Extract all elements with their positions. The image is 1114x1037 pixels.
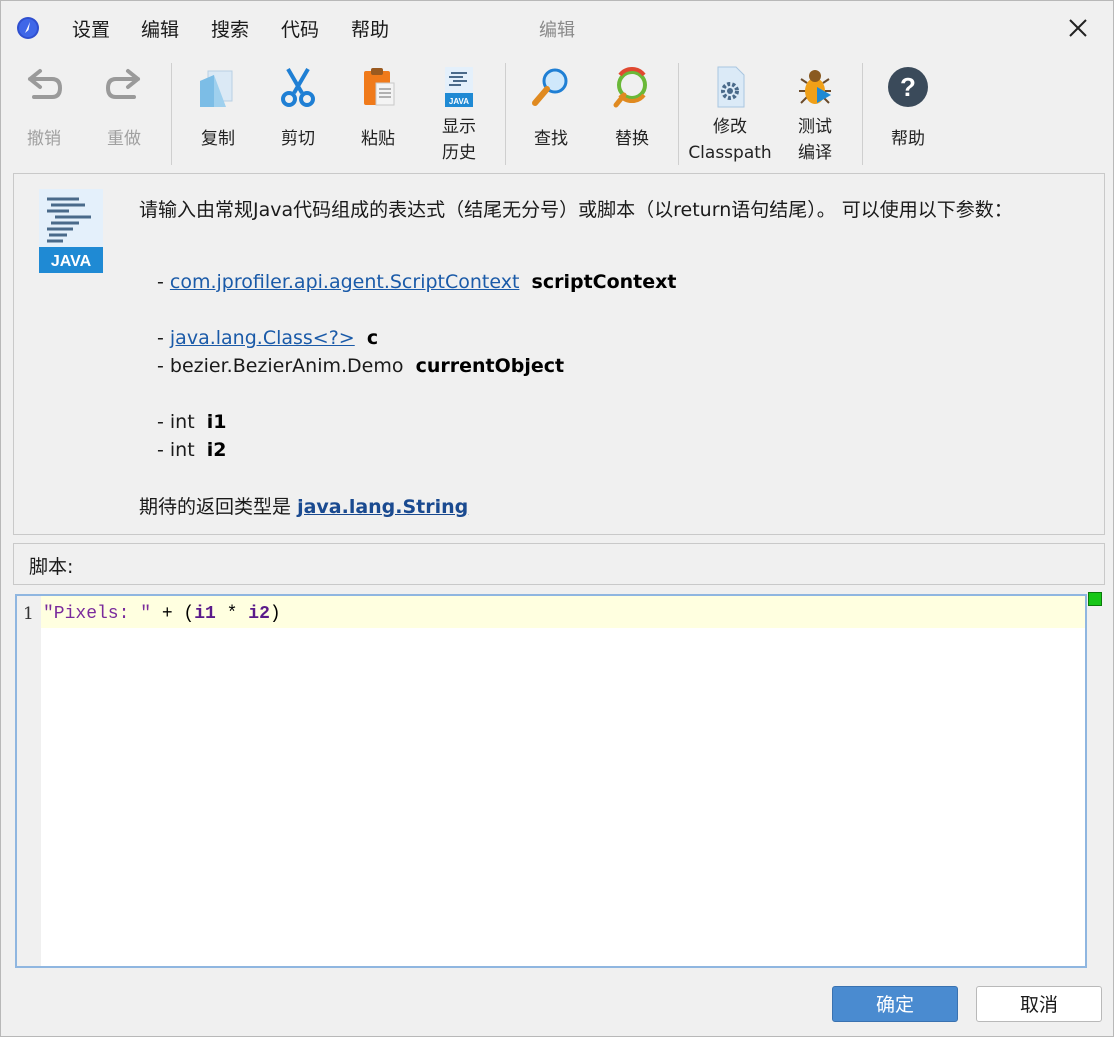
test-compile-button[interactable]: 测试 编译: [790, 61, 840, 165]
param-name: currentObject: [415, 355, 565, 377]
bug-icon: [799, 70, 831, 104]
undo-icon: [28, 69, 63, 99]
line-number: 1: [23, 604, 34, 624]
param-row: - int i2: [157, 439, 227, 461]
paste-label: 粘贴: [361, 129, 395, 149]
code-paren: ): [269, 604, 281, 624]
redo-label: 重做: [107, 129, 141, 149]
paste-button[interactable]: 粘贴: [353, 61, 403, 165]
code-variable: i1: [194, 604, 216, 624]
code-line[interactable]: "Pixels: " + (i1 * i2): [43, 604, 281, 624]
dialog-window: 设置 编辑 搜索 代码 帮助 编辑 撤销 重做 复制 剪切 粘贴 JAVA 显示…: [0, 0, 1114, 1037]
return-type-line: 期待的返回类型是 java.lang.String: [139, 492, 468, 519]
param-type: bezier.BezierAnim.Demo: [169, 355, 404, 377]
param-type-link[interactable]: java.lang.Class<?>: [170, 327, 355, 349]
copy-icon: [200, 70, 233, 107]
param-name: c: [366, 327, 379, 349]
java-history-icon: JAVA: [445, 67, 473, 107]
toolbar-separator: [678, 63, 679, 165]
param-name: i2: [206, 439, 227, 461]
param-name: scriptContext: [531, 271, 677, 293]
java-file-icon: JAVA: [39, 189, 103, 273]
help-label: 帮助: [891, 129, 925, 149]
classpath-label-line1: 修改: [713, 117, 747, 137]
help-question-icon: ?: [888, 67, 928, 107]
param-type-link[interactable]: com.jprofiler.api.agent.ScriptContext: [170, 271, 520, 293]
cut-button[interactable]: 剪切: [273, 61, 323, 165]
classpath-label-line2: Classpath: [688, 143, 772, 163]
history-label-line1: 显示: [442, 117, 476, 137]
code-operator: *: [215, 604, 249, 624]
undo-button[interactable]: 撤销: [19, 61, 69, 165]
script-label-box: 脚本:: [13, 543, 1105, 585]
clipboard-icon: [364, 68, 395, 106]
param-type: int: [169, 439, 195, 461]
menu-edit[interactable]: 编辑: [141, 15, 179, 42]
replace-icon: [613, 67, 647, 108]
replace-button[interactable]: 替换: [607, 61, 657, 165]
replace-label: 替换: [615, 129, 649, 149]
info-description: 请输入由常规Java代码组成的表达式（结尾无分号）或脚本（以return语句结尾…: [139, 199, 1013, 221]
menu-code[interactable]: 代码: [281, 15, 319, 42]
app-logo-icon: [17, 17, 39, 39]
status-indicator: [1088, 592, 1102, 606]
line-gutter: [17, 596, 41, 966]
menu-search[interactable]: 搜索: [211, 15, 249, 42]
scissors-icon: [281, 67, 315, 107]
title-bar: 设置 编辑 搜索 代码 帮助 编辑: [1, 1, 1113, 55]
undo-label: 撤销: [27, 129, 61, 149]
show-history-button[interactable]: JAVA 显示 历史: [434, 61, 484, 165]
cut-label: 剪切: [281, 129, 315, 149]
toolbar-separator: [171, 63, 172, 165]
param-name: i1: [206, 411, 227, 433]
param-type: int: [169, 411, 195, 433]
find-button[interactable]: 查找: [526, 61, 576, 165]
menu-help[interactable]: 帮助: [351, 15, 389, 42]
toolbar: 撤销 重做 复制 剪切 粘贴 JAVA 显示 历史 查找 替换 修改 Class…: [1, 57, 1113, 169]
test-label-line2: 编译: [798, 143, 832, 163]
param-row: - int i1: [157, 411, 227, 433]
cancel-button[interactable]: 取消: [976, 986, 1102, 1022]
return-prefix: 期待的返回类型是: [139, 496, 292, 518]
classpath-gear-icon: [717, 66, 745, 108]
param-row: - bezier.BezierAnim.Demo currentObject: [157, 355, 565, 377]
magnifier-icon: [532, 68, 568, 106]
test-label-line1: 测试: [798, 117, 832, 137]
code-string-literal: "Pixels: ": [43, 604, 152, 624]
history-label-line2: 历史: [442, 143, 476, 163]
return-type-link[interactable]: java.lang.String: [297, 496, 468, 518]
help-button[interactable]: ? 帮助: [883, 61, 933, 165]
param-row: - java.lang.Class<?> c: [157, 327, 379, 349]
java-logo-text: JAVA: [51, 253, 92, 270]
close-icon[interactable]: [1061, 11, 1095, 45]
svg-text:JAVA: JAVA: [449, 97, 469, 106]
window-title: 编辑: [539, 20, 575, 41]
redo-icon: [105, 69, 140, 99]
svg-text:?: ?: [900, 72, 916, 102]
code-variable: i2: [248, 604, 270, 624]
info-panel: JAVA 请输入由常规Java代码组成的表达式（结尾无分号）或脚本（以retur…: [13, 173, 1105, 535]
find-label: 查找: [534, 129, 568, 149]
script-label: 脚本:: [29, 556, 74, 578]
ok-button[interactable]: 确定: [832, 986, 958, 1022]
toolbar-separator: [505, 63, 506, 165]
code-operator: + (: [151, 604, 195, 624]
copy-button[interactable]: 复制: [193, 61, 243, 165]
modify-classpath-button[interactable]: 修改 Classpath: [688, 61, 772, 165]
toolbar-separator: [862, 63, 863, 165]
param-row: - com.jprofiler.api.agent.ScriptContext …: [157, 271, 677, 293]
copy-label: 复制: [201, 129, 235, 149]
menu-settings[interactable]: 设置: [72, 15, 110, 42]
redo-button[interactable]: 重做: [99, 61, 149, 165]
code-editor[interactable]: 1 "Pixels: " + (i1 * i2): [15, 594, 1087, 968]
